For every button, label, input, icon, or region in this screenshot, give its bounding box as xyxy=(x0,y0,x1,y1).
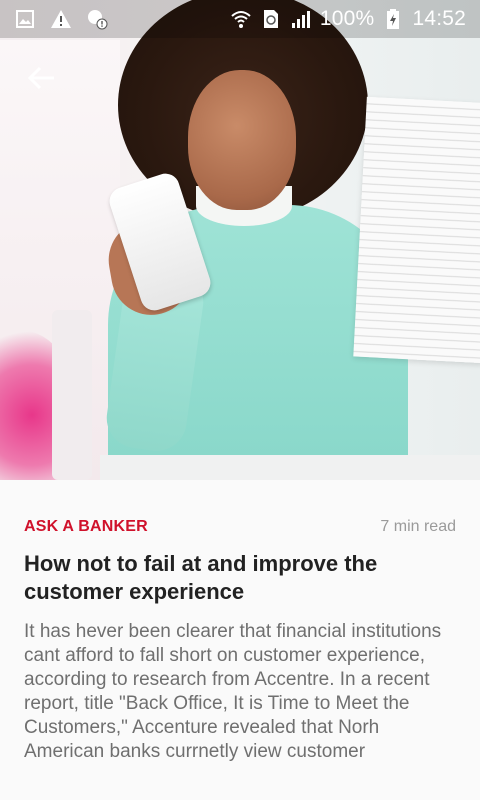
face xyxy=(188,70,296,210)
document-paper xyxy=(353,96,480,364)
chair xyxy=(52,310,92,480)
clock: 14:52 xyxy=(412,7,466,30)
article-meta: ASK A BANKER 7 min read xyxy=(24,518,456,536)
back-arrow-icon xyxy=(27,66,56,95)
back-button[interactable] xyxy=(26,64,58,96)
chat-alert-icon xyxy=(86,8,108,30)
wifi-icon xyxy=(230,8,252,30)
status-bar-left xyxy=(14,8,108,30)
battery-percentage: 100% xyxy=(319,7,375,30)
table xyxy=(100,455,480,480)
hero-image xyxy=(0,0,480,480)
status-bar-right: 100% 14:52 xyxy=(230,7,466,31)
article-excerpt: It has hever been clearer that financial… xyxy=(24,621,442,762)
warning-icon xyxy=(50,8,72,30)
image-icon xyxy=(14,8,36,30)
sim-icon xyxy=(260,8,282,30)
signal-icon xyxy=(290,8,312,30)
battery-icon xyxy=(382,8,404,30)
article-category[interactable]: ASK A BANKER xyxy=(24,518,148,536)
article-title[interactable]: How not to fail at and improve the custo… xyxy=(24,550,456,606)
article-card[interactable]: ASK A BANKER 7 min read How not to fail … xyxy=(0,480,480,800)
read-time: 7 min read xyxy=(380,518,456,535)
status-bar: 100% 14:52 xyxy=(0,0,480,38)
